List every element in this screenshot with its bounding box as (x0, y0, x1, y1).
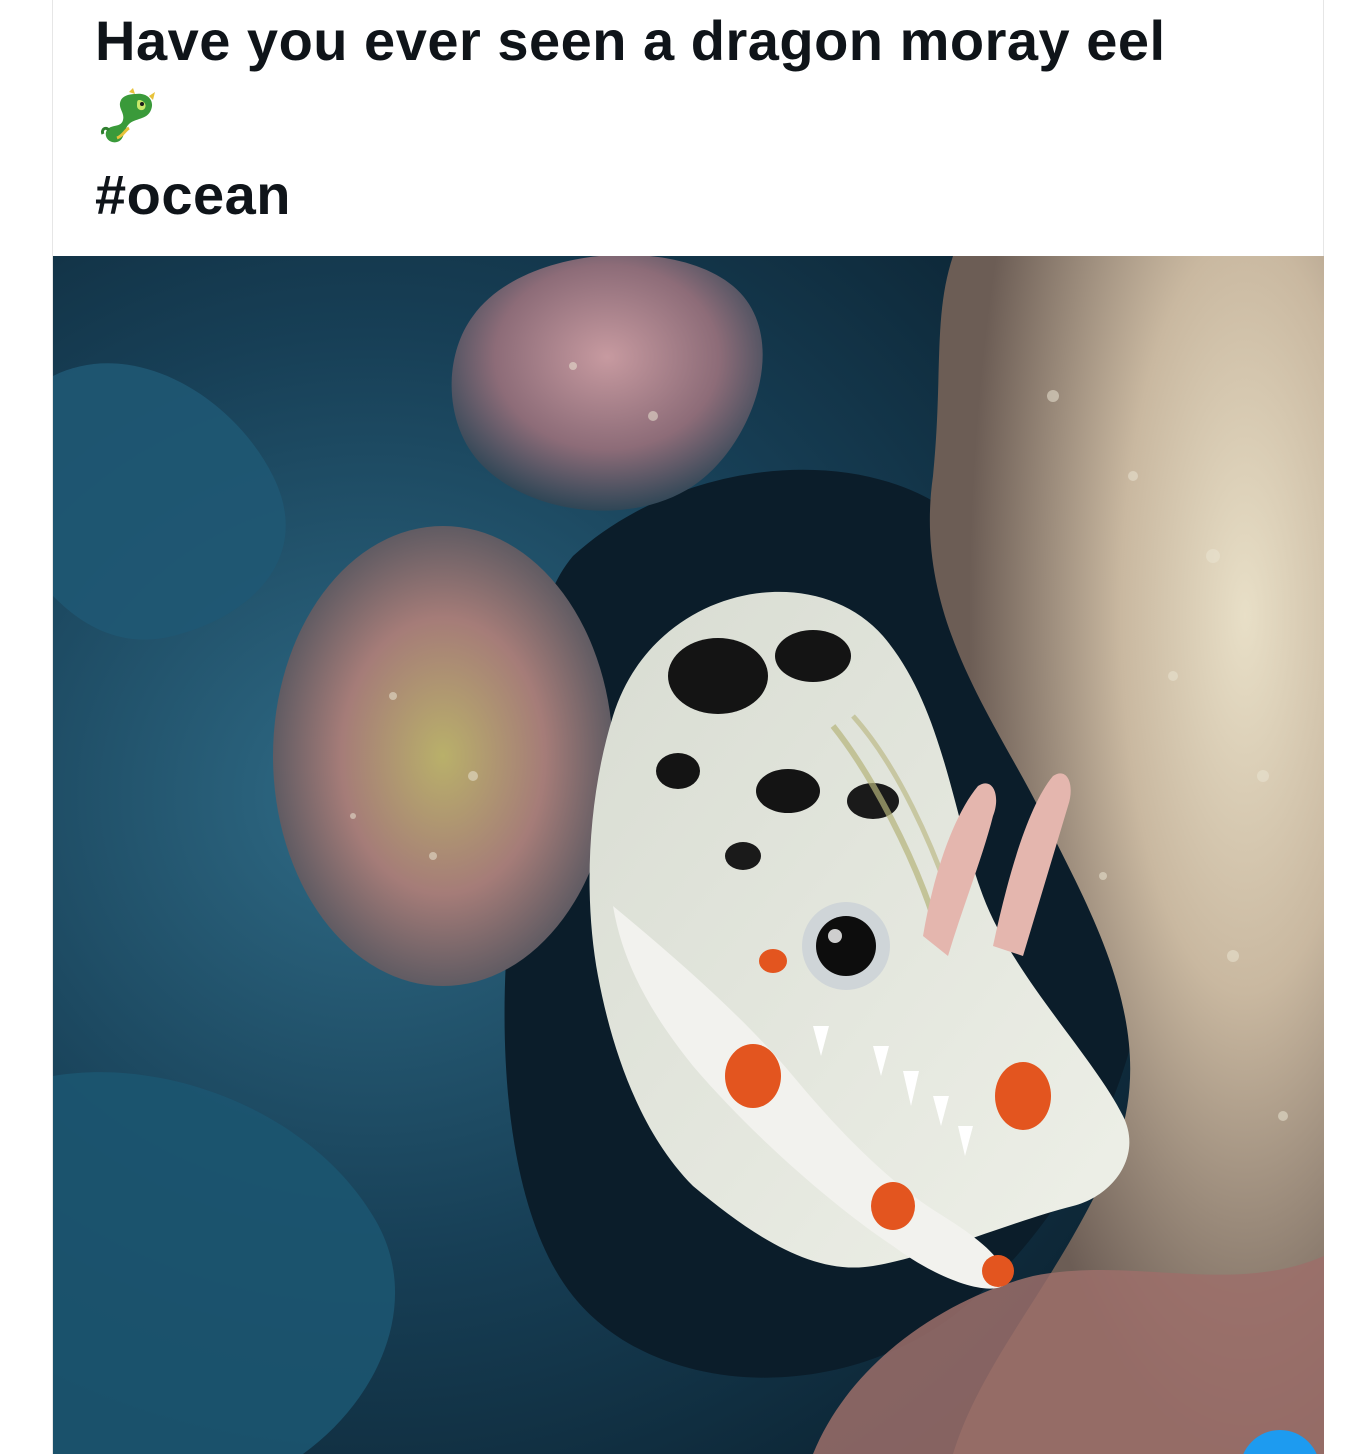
eel-spot (725, 842, 761, 870)
tweet-text: Have you ever seen a dragon moray eel #o… (95, 2, 1295, 234)
dragon-emoji-icon (101, 88, 155, 143)
eel-spot (656, 753, 700, 789)
emoji-line (95, 80, 1295, 156)
sponge-rock-left (273, 526, 613, 986)
eel-orange-mark (995, 1062, 1051, 1130)
eel-spot (775, 630, 851, 682)
eel-orange-mark (871, 1182, 915, 1230)
tweet-media-photo[interactable] (53, 256, 1324, 1454)
tweet-text-line: Have you ever seen a dragon moray eel (95, 9, 1166, 72)
dragon-moray-eel-photo (53, 256, 1324, 1454)
eel-spot (668, 638, 768, 714)
eel-spot (756, 769, 820, 813)
eel-orange-mark (759, 949, 787, 973)
hashtag-ocean[interactable]: #ocean (95, 156, 1295, 234)
eel-orange-mark (725, 1044, 781, 1108)
eel-orange-mark (982, 1255, 1014, 1287)
